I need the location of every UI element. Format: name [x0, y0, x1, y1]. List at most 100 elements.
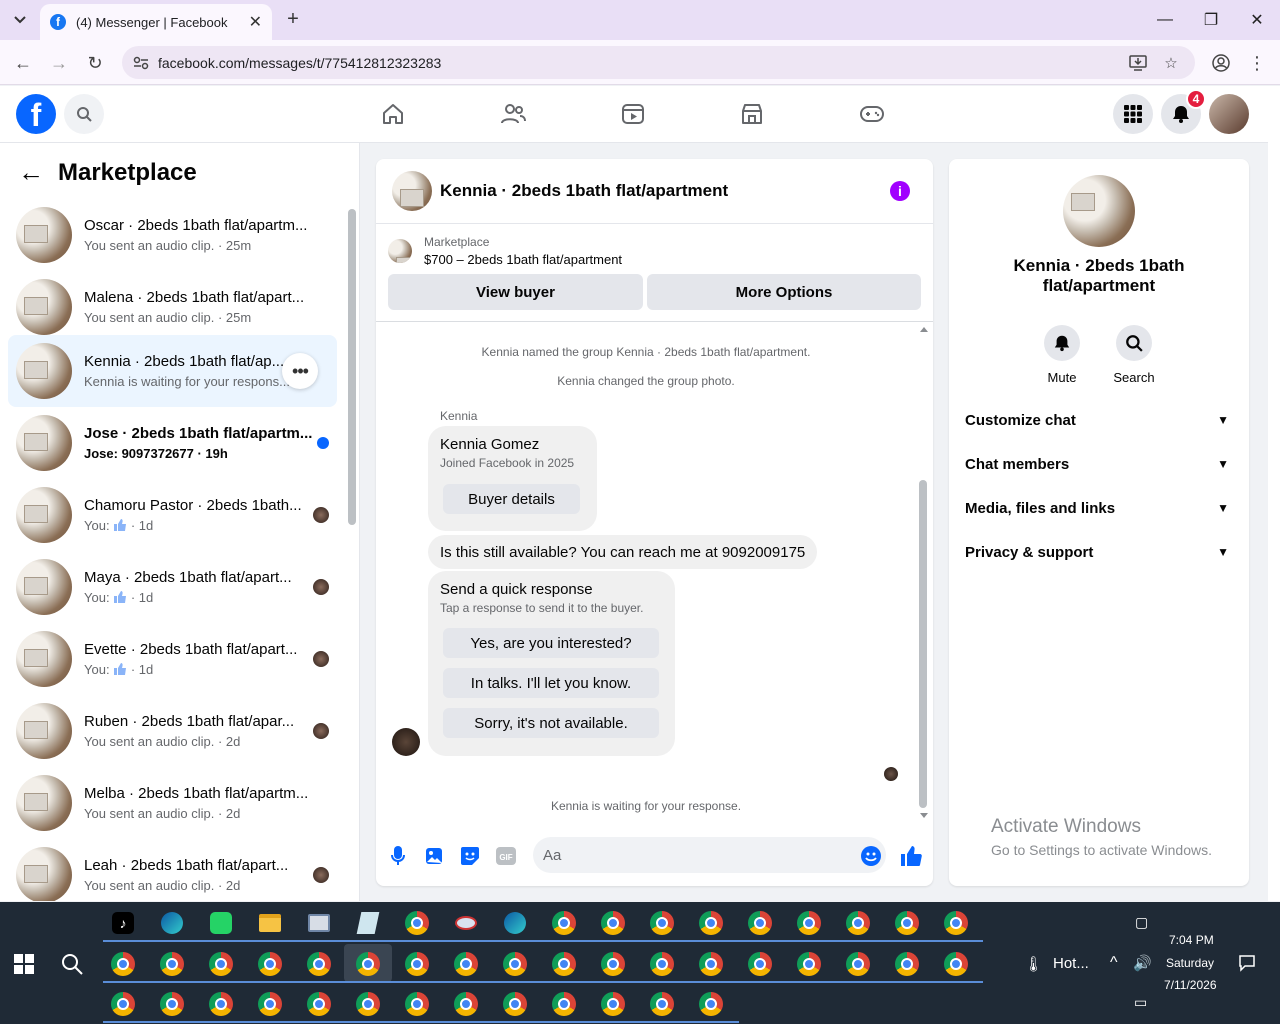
- chrome-app-icon[interactable]: [402, 908, 432, 938]
- close-tab-icon[interactable]: ✕: [249, 12, 262, 32]
- chrome-app-icon[interactable]: [892, 908, 922, 938]
- privacy-support-row[interactable]: Privacy & support ▼: [965, 534, 1233, 570]
- customize-chat-row[interactable]: Customize chat ▼: [965, 402, 1233, 438]
- conversation-item[interactable]: Jose · 2beds 1bath flat/apartm... Jose: 9…: [8, 407, 337, 479]
- windows-start-icon[interactable]: [14, 954, 34, 974]
- chrome-app-icon[interactable]: [598, 949, 628, 979]
- conversation-item-active[interactable]: Kennia · 2beds 1bath flat/ap... Kennia is…: [8, 335, 337, 407]
- chrome-app-icon[interactable]: [696, 908, 726, 938]
- chrome-app-icon[interactable]: [647, 908, 677, 938]
- back-arrow-icon[interactable]: ←: [18, 157, 44, 188]
- chrome-app-icon[interactable]: [745, 908, 775, 938]
- chrome-app-icon[interactable]: [696, 949, 726, 979]
- edge-app-icon[interactable]: [500, 908, 530, 938]
- weather-icon[interactable]: 🌡: [1024, 955, 1043, 973]
- chrome-app-icon[interactable]: [157, 989, 187, 1019]
- weather-text[interactable]: Hot...: [1053, 955, 1089, 972]
- reload-button[interactable]: ↻: [82, 50, 108, 76]
- emoji-icon[interactable]: [860, 845, 882, 867]
- chrome-app-icon[interactable]: [402, 949, 432, 979]
- conversation-item[interactable]: Evette · 2beds 1bath flat/apart... You: ·…: [8, 623, 337, 695]
- search-button[interactable]: [64, 94, 104, 134]
- chrome-app-icon[interactable]: [843, 949, 873, 979]
- search-icon[interactable]: [60, 952, 84, 976]
- profile-icon[interactable]: [1208, 50, 1234, 76]
- volume-icon[interactable]: 🔊: [1133, 954, 1152, 972]
- tab-search-button[interactable]: [8, 8, 32, 32]
- search-action[interactable]: Search: [1104, 325, 1164, 385]
- media-files-row[interactable]: Media, files and links ▼: [965, 490, 1233, 526]
- mute-action[interactable]: Mute: [1032, 325, 1092, 385]
- quick-response-not-available[interactable]: Sorry, it's not available.: [443, 708, 659, 738]
- app-icon[interactable]: [304, 908, 334, 938]
- chrome-app-icon[interactable]: [794, 949, 824, 979]
- info-icon[interactable]: i: [890, 181, 910, 201]
- whatsapp-app-icon[interactable]: [206, 908, 236, 938]
- chat-title[interactable]: Kennia · 2beds 1bath flat/apartment: [440, 181, 728, 201]
- new-tab-button[interactable]: +: [282, 8, 304, 30]
- chrome-app-icon[interactable]: [598, 989, 628, 1019]
- chrome-app-icon[interactable]: [353, 989, 383, 1019]
- conversation-item[interactable]: Oscar · 2beds 1bath flat/apartm... You se…: [8, 199, 337, 271]
- listing-summary[interactable]: Marketplace $700 – 2beds 1bath flat/apar…: [388, 235, 622, 267]
- restore-button[interactable]: ❐: [1188, 0, 1234, 40]
- chrome-app-icon[interactable]: [549, 989, 579, 1019]
- chrome-app-icon[interactable]: [108, 989, 138, 1019]
- edge-app-icon[interactable]: [157, 908, 187, 938]
- chrome-app-icon[interactable]: [647, 949, 677, 979]
- view-buyer-button[interactable]: View buyer: [388, 274, 643, 310]
- microphone-icon[interactable]: [387, 845, 409, 867]
- chat-scrollbar[interactable]: [919, 480, 927, 808]
- account-avatar[interactable]: [1209, 94, 1249, 134]
- chrome-app-icon[interactable]: [549, 949, 579, 979]
- chrome-app-icon[interactable]: [108, 949, 138, 979]
- forward-button[interactable]: →: [46, 50, 72, 76]
- app-icon[interactable]: [451, 908, 481, 938]
- network-icon[interactable]: ▭: [1134, 994, 1147, 1011]
- conversation-more-button[interactable]: •••: [282, 353, 318, 389]
- chrome-app-icon[interactable]: [500, 989, 530, 1019]
- marketplace-nav-icon[interactable]: [738, 100, 766, 128]
- chrome-app-icon[interactable]: [794, 908, 824, 938]
- chrome-app-icon[interactable]: [353, 949, 383, 979]
- minimize-button[interactable]: —: [1142, 0, 1188, 40]
- chrome-app-icon[interactable]: [647, 989, 677, 1019]
- chrome-app-icon[interactable]: [402, 989, 432, 1019]
- message-input[interactable]: [533, 837, 886, 873]
- bookmark-star-icon[interactable]: ☆: [1162, 54, 1180, 72]
- chrome-app-icon[interactable]: [941, 949, 971, 979]
- conversation-item[interactable]: Chamoru Pastor · 2beds 1bath... You: · 1d: [8, 479, 337, 551]
- conversation-item[interactable]: Leah · 2beds 1bath flat/apart... You sent…: [8, 839, 337, 901]
- conversation-item[interactable]: Ruben · 2beds 1bath flat/apar... You sent…: [8, 695, 337, 767]
- more-options-button[interactable]: More Options: [647, 274, 921, 310]
- scroll-down-arrow-icon[interactable]: [919, 812, 929, 820]
- display-icon[interactable]: ▢: [1135, 914, 1148, 931]
- chrome-app-icon[interactable]: [549, 908, 579, 938]
- conversation-item[interactable]: Maya · 2beds 1bath flat/apart... You: · 1…: [8, 551, 337, 623]
- site-info-icon[interactable]: [132, 54, 150, 72]
- back-button[interactable]: ←: [10, 50, 36, 76]
- close-window-button[interactable]: ✕: [1234, 0, 1280, 40]
- photo-icon[interactable]: [423, 845, 445, 867]
- chrome-app-icon[interactable]: [745, 949, 775, 979]
- quick-response-in-talks[interactable]: In talks. I'll let you know.: [443, 668, 659, 698]
- sidebar-scrollbar[interactable]: [348, 209, 356, 525]
- like-icon[interactable]: [900, 845, 922, 867]
- chrome-app-icon[interactable]: [255, 949, 285, 979]
- sticker-icon[interactable]: [459, 845, 481, 867]
- tiktok-app-icon[interactable]: ♪: [108, 908, 138, 938]
- friends-nav-icon[interactable]: [499, 100, 527, 128]
- home-nav-icon[interactable]: [379, 100, 407, 128]
- chrome-app-icon[interactable]: [206, 949, 236, 979]
- file-explorer-icon[interactable]: [255, 908, 285, 938]
- browser-tab[interactable]: f (4) Messenger | Facebook ✕: [40, 4, 272, 40]
- buyer-details-button[interactable]: Buyer details: [443, 484, 580, 514]
- chrome-app-icon[interactable]: [451, 989, 481, 1019]
- chrome-app-icon[interactable]: [843, 908, 873, 938]
- address-bar[interactable]: facebook.com/messages/t/775412812323283 …: [122, 46, 1195, 79]
- clock-day[interactable]: Saturday: [1166, 956, 1214, 970]
- chrome-app-icon[interactable]: [304, 989, 334, 1019]
- chrome-app-icon[interactable]: [255, 989, 285, 1019]
- scroll-up-arrow-icon[interactable]: [919, 325, 929, 333]
- chrome-app-icon[interactable]: [500, 949, 530, 979]
